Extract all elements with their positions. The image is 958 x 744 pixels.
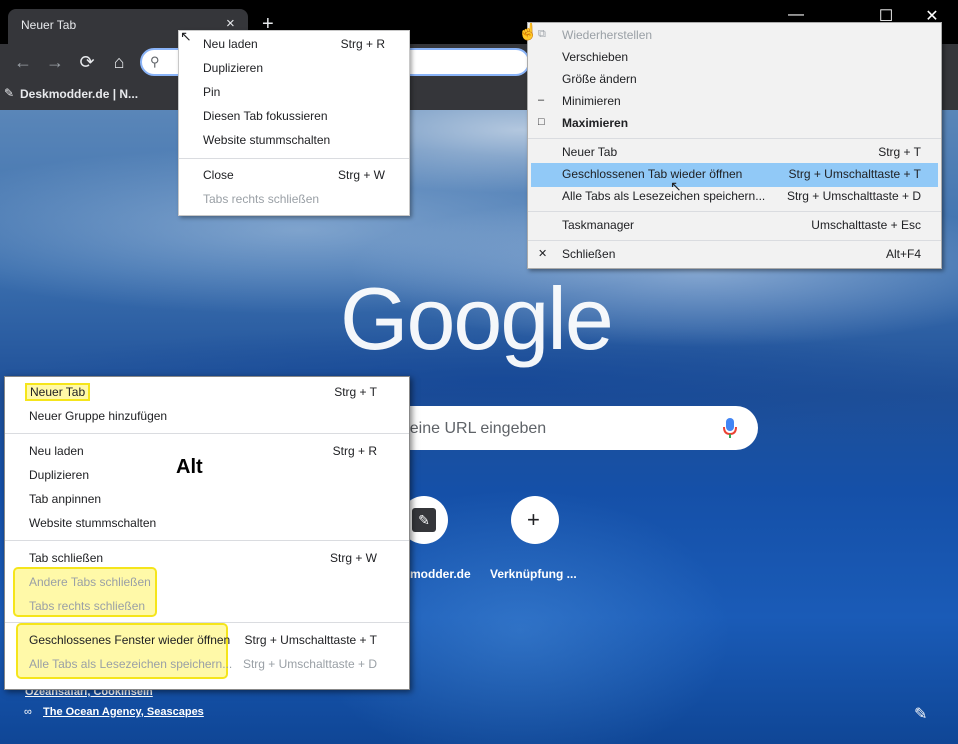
- old-menu-neu-laden[interactable]: Neu laden Strg + R: [5, 440, 409, 464]
- sysmenu-groesse-aendern[interactable]: Größe ändern: [528, 68, 941, 92]
- menu-item-pin[interactable]: Pin: [179, 81, 409, 105]
- menu-item-close[interactable]: Close Strg + W: [179, 164, 409, 188]
- menu-item-tab-fokussieren[interactable]: Diesen Tab fokussieren: [179, 105, 409, 129]
- sysmenu-separator: [528, 211, 941, 212]
- old-menu-separator: [5, 433, 409, 434]
- tab-context-menu: Neu laden Strg + R Duplizieren Pin Diesen…: [178, 30, 410, 216]
- sysmenu-taskmanager[interactable]: Taskmanager Umschalttaste + Esc: [528, 214, 941, 238]
- search-placeholder: r eine URL eingeben: [400, 420, 547, 437]
- old-menu-stummschalten[interactable]: Website stummschalten: [5, 512, 409, 536]
- old-menu-tabs-rechts-schliessen: Tabs rechts schließen: [29, 599, 146, 613]
- sysmenu-neuer-tab[interactable]: Neuer Tab Strg + T: [528, 141, 941, 165]
- menu-item-duplizieren[interactable]: Duplizieren: [179, 57, 409, 81]
- google-search-box[interactable]: r eine URL eingeben: [360, 406, 758, 450]
- restore-icon: ⧉: [538, 28, 546, 40]
- shortcut-deskmodder-label: modder.de: [410, 567, 471, 581]
- sysmenu-maximieren[interactable]: □ Maximieren: [528, 112, 941, 136]
- menu-separator: [179, 158, 409, 159]
- bookmark-favicon-icon: ✎: [4, 86, 15, 100]
- old-menu-fenster-wieder-oeffnen[interactable]: Geschlossenes Fenster wieder öffnen Strg …: [5, 629, 409, 653]
- sysmenu-verschieben[interactable]: Verschieben: [528, 46, 941, 70]
- old-menu-duplizieren[interactable]: Duplizieren: [5, 464, 409, 488]
- shortcut-add-label: Verknüpfung ...: [490, 567, 577, 581]
- bookmark-deskmodder[interactable]: Deskmodder.de | N...: [20, 87, 138, 101]
- menu-item-stummschalten[interactable]: Website stummschalten: [179, 129, 409, 153]
- deskmodder-favicon-icon: ✎: [412, 508, 436, 532]
- tab-title: Neuer Tab: [21, 18, 77, 32]
- old-menu-neuer-tab[interactable]: Neuer Tab Strg + T: [5, 381, 409, 405]
- hand-cursor-icon: ☝: [518, 24, 538, 41]
- photo-attribution-author[interactable]: The Ocean Agency, Seascapes: [43, 706, 204, 718]
- old-menu-gruppe-hinzufuegen[interactable]: Neuer Gruppe hinzufügen: [5, 405, 409, 429]
- sysmenu-minimieren[interactable]: ‒ Minimieren: [528, 90, 941, 114]
- plus-icon: +: [527, 507, 540, 532]
- maximize-small-icon: □: [538, 116, 545, 128]
- sysmenu-schliessen[interactable]: ✕ Schließen Alt+F4: [528, 243, 941, 267]
- link-icon: ∞: [24, 706, 32, 718]
- close-small-icon: ✕: [538, 248, 548, 260]
- reload-icon[interactable]: ⟳: [76, 52, 98, 73]
- sysmenu-tab-wieder-oeffnen[interactable]: Geschlossenen Tab wieder öffnen Strg + Um…: [531, 163, 938, 187]
- google-logo: Google: [340, 269, 614, 368]
- annotation-alt: Alt: [176, 456, 203, 478]
- sysmenu-separator: [528, 240, 941, 241]
- pencil-edit-icon[interactable]: ✎: [914, 704, 927, 724]
- old-menu-tab-schliessen[interactable]: Tab schließen Strg + W: [5, 547, 409, 571]
- sysmenu-wiederherstellen: ⧉ Wiederherstellen: [538, 28, 653, 42]
- old-menu-separator: [5, 540, 409, 541]
- mouse-cursor-icon: ↖: [180, 28, 192, 44]
- home-icon[interactable]: ⌂: [108, 52, 130, 73]
- system-menu: ⧉ Wiederherstellen Verschieben Größe ände…: [527, 22, 942, 269]
- sysmenu-separator: [528, 138, 941, 139]
- shortcut-add[interactable]: +: [511, 496, 559, 544]
- menu-item-neu-laden[interactable]: Neu laden Strg + R: [179, 33, 409, 57]
- minimize-small-icon: ‒: [538, 94, 545, 106]
- microphone-icon[interactable]: [722, 417, 738, 439]
- old-tab-context-menu: Neuer Tab Strg + T Neuer Gruppe hinzufüge…: [4, 376, 410, 690]
- old-menu-tab-anpinnen[interactable]: Tab anpinnen: [5, 488, 409, 512]
- sysmenu-alle-tabs-lesezeichen[interactable]: Alle Tabs als Lesezeichen speichern... St…: [528, 185, 941, 209]
- back-icon[interactable]: ←: [12, 52, 34, 73]
- forward-icon[interactable]: →: [44, 52, 66, 73]
- old-menu-andere-tabs-schliessen: Andere Tabs schließen: [29, 575, 151, 589]
- mouse-cursor-icon: ↖: [670, 178, 682, 194]
- old-menu-separator: [5, 622, 409, 623]
- search-icon: ⚲: [150, 54, 160, 69]
- menu-item-tabs-rechts-schliessen: Tabs rechts schließen: [203, 192, 320, 206]
- old-menu-alle-tabs-lesezeichen: Alle Tabs als Lesezeichen speichern... St…: [29, 657, 377, 671]
